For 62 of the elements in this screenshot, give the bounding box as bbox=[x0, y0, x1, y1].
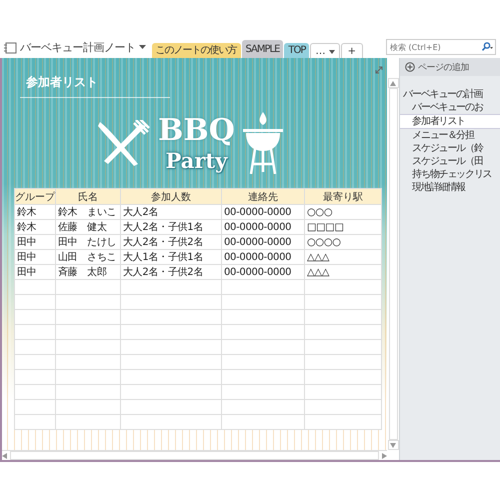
table-cell: 鈴木 bbox=[14, 220, 56, 234]
table-cell: 田中 bbox=[14, 234, 56, 250]
column-header: 参加人数 bbox=[120, 188, 222, 204]
more-sections-tab[interactable]: … bbox=[310, 43, 340, 58]
table-cell: 大人2名・子供2名 bbox=[120, 264, 222, 280]
table-cell: 00-0000-0000 bbox=[222, 234, 304, 250]
search-icon bbox=[481, 42, 493, 51]
add-page-button[interactable]: ページの追加 bbox=[400, 58, 500, 76]
expand-icon[interactable] bbox=[375, 66, 384, 74]
page-item[interactable]: スケジュール（田 bbox=[400, 155, 500, 168]
page-item[interactable]: 参加者リスト bbox=[400, 114, 500, 129]
table-cell: 00-0000-0000 bbox=[222, 220, 304, 234]
table-cell: 大人1名・子供1名 bbox=[120, 250, 222, 264]
table-cell: 大人2名 bbox=[120, 204, 222, 220]
table-cell: 山田 さちこ bbox=[56, 250, 120, 264]
table-cell: 00-0000-0000 bbox=[222, 204, 304, 220]
page-item[interactable]: 現地詳細情報 bbox=[400, 181, 500, 194]
scroll-down-icon[interactable] bbox=[390, 442, 396, 448]
table-cell: ○○○ bbox=[304, 204, 382, 220]
section-tab[interactable]: SAMPLE bbox=[242, 40, 284, 58]
scroll-left-icon[interactable] bbox=[2, 452, 7, 458]
table-cell: △△△ bbox=[304, 250, 382, 264]
table-cell: □□□□ bbox=[304, 220, 382, 234]
logo-title: BBQ bbox=[158, 113, 235, 148]
scroll-up-icon[interactable] bbox=[390, 80, 396, 86]
knife-fork-icon bbox=[96, 120, 150, 166]
table-cell: 鈴木 まいこ bbox=[56, 204, 120, 220]
page-item[interactable]: バーベキューの計画 bbox=[400, 88, 500, 101]
notebook-icon bbox=[4, 42, 17, 54]
page-title: 参加者リスト bbox=[25, 74, 99, 91]
search-field[interactable]: 検索 (Ctrl+E) bbox=[386, 39, 496, 55]
plus-icon bbox=[405, 62, 416, 72]
notebook-title: バーベキュー計画ノート bbox=[20, 40, 136, 55]
table-cell: △△△ bbox=[304, 264, 382, 280]
page-item[interactable]: 持ち物チェックリス bbox=[400, 168, 500, 181]
table-cell: 田中 bbox=[14, 250, 56, 264]
column-header: 最寄り駅 bbox=[304, 188, 382, 204]
page-item[interactable]: バーベキューのお bbox=[400, 101, 500, 114]
table-cell: 斉藤 太郎 bbox=[56, 264, 120, 280]
column-header: グループ bbox=[14, 188, 56, 204]
table-cell: 田中 たけし bbox=[56, 234, 120, 250]
column-header: 連絡先 bbox=[222, 188, 304, 204]
table-cell: ○○○○ bbox=[304, 234, 382, 250]
table-cell: 大人2名・子供1名 bbox=[120, 220, 222, 234]
table-cell: 佐藤 健太 bbox=[56, 220, 120, 234]
section-tab[interactable]: このノートの使い方 bbox=[152, 43, 240, 58]
section-tab[interactable]: TOP bbox=[284, 43, 310, 58]
logo-subtitle: Party bbox=[166, 148, 228, 173]
caret-icon bbox=[328, 50, 335, 54]
notebook-dropdown[interactable]: バーベキュー計画ノート bbox=[0, 40, 148, 58]
table-cell: 00-0000-0000 bbox=[222, 264, 304, 280]
page-item[interactable]: スケジュール（鈴 bbox=[400, 142, 500, 155]
table-cell: 鈴木 bbox=[14, 204, 56, 220]
horizontal-scrollbar[interactable] bbox=[2, 450, 388, 460]
caret-icon bbox=[138, 45, 146, 50]
add-section-tab[interactable]: + bbox=[340, 43, 364, 58]
grill-icon bbox=[242, 112, 283, 174]
table-cell: 00-0000-0000 bbox=[222, 250, 304, 264]
table-cell: 田中 bbox=[14, 264, 56, 280]
page-item[interactable]: メニュー＆分担 bbox=[400, 129, 500, 142]
column-header: 氏名 bbox=[56, 188, 120, 204]
table-cell: 大人2名・子供2名 bbox=[120, 234, 222, 250]
